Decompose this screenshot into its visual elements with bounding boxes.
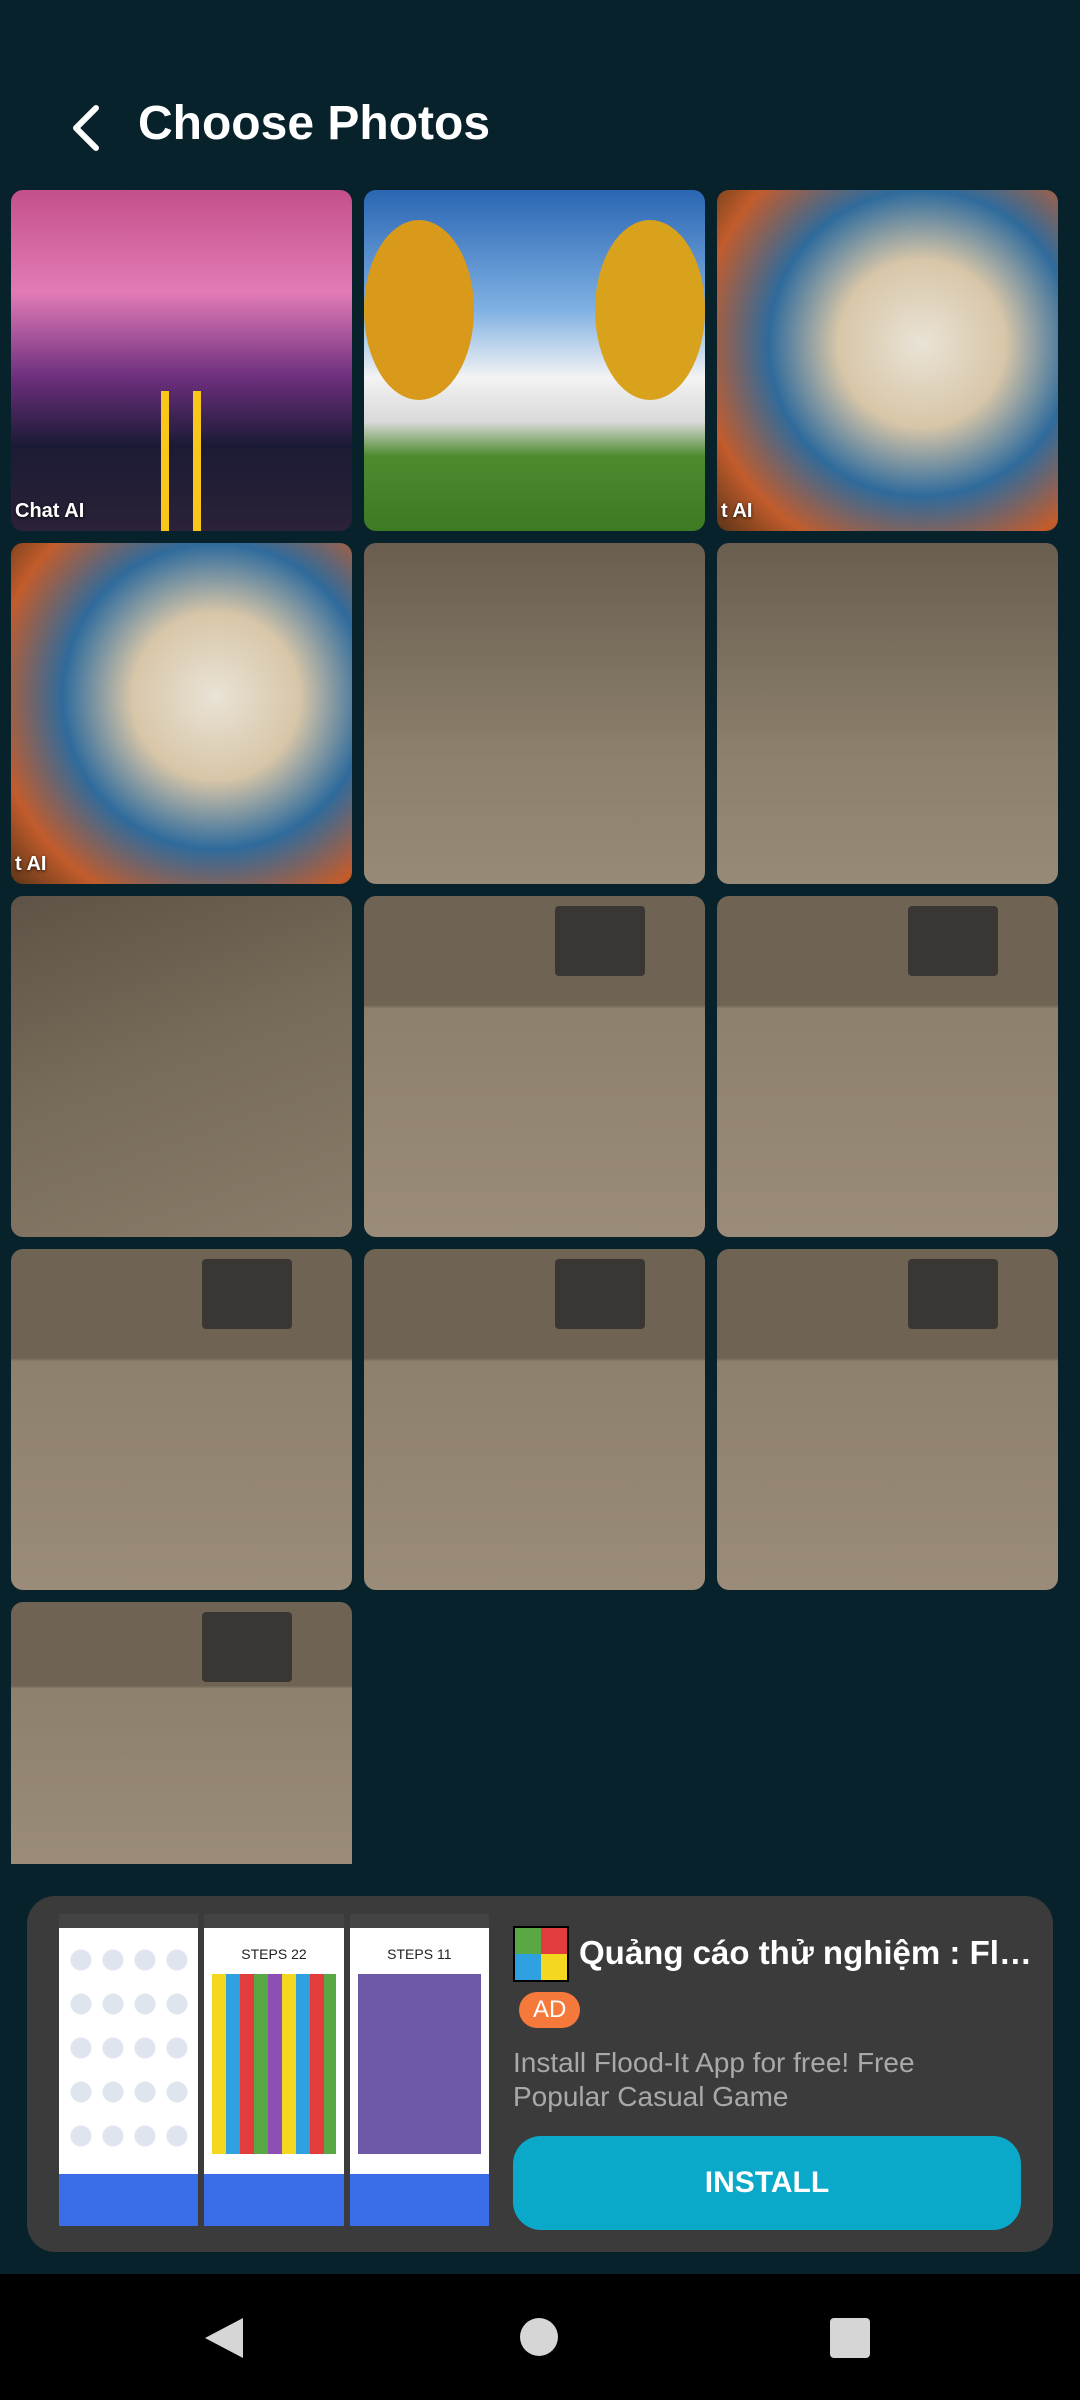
photo-overlay-label: t AI	[721, 500, 753, 522]
back-button[interactable]	[62, 100, 112, 156]
ad-steps-label: STEPS 11	[387, 1946, 452, 1962]
ad-steps-label: STEPS 22	[241, 1946, 307, 1962]
flood-it-logo-icon	[513, 1926, 569, 1982]
ad-title[interactable]: Quảng cáo thử nghiệm : Flood-It!	[579, 1934, 1041, 1972]
photo-tile-11[interactable]	[364, 1249, 705, 1590]
photo-tile-10[interactable]	[11, 1249, 352, 1590]
ad-banner[interactable]: STEPS 22 STEPS 11 Quảng cáo thử nghiệm :…	[27, 1896, 1053, 2252]
ad-description: Install Flood-It App for free! Free Popu…	[513, 2047, 915, 2112]
nav-recent-icon[interactable]	[830, 2318, 870, 2358]
arrow-left-icon	[73, 105, 99, 151]
ad-screenshots: STEPS 22 STEPS 11	[59, 1914, 489, 2226]
photo-tile-3[interactable]: t AI	[717, 190, 1058, 531]
install-button[interactable]: INSTALL	[513, 2136, 1021, 2230]
page-title: Choose Photos	[138, 97, 491, 150]
photo-tile-13[interactable]	[11, 1602, 352, 1864]
ad-screenshot-1	[59, 1914, 199, 2226]
photo-tile-4[interactable]: t AI	[11, 543, 352, 884]
photo-tile-6[interactable]	[717, 543, 1058, 884]
system-navigation-bar	[0, 2274, 1080, 2400]
photo-tile-2[interactable]	[364, 190, 705, 531]
photo-tile-9[interactable]	[717, 896, 1058, 1237]
photo-tile-8[interactable]	[364, 896, 705, 1237]
app-header: Choose Photos	[0, 0, 1080, 180]
nav-back-icon[interactable]	[205, 2318, 243, 2358]
photo-overlay-label: Chat AI	[15, 500, 85, 522]
ad-screenshot-2: STEPS 22	[204, 1914, 344, 2226]
nav-home-icon[interactable]	[520, 2318, 558, 2356]
photo-tile-5[interactable]	[364, 543, 705, 884]
ad-badge: AD	[519, 1992, 581, 2028]
photo-tile-7[interactable]	[11, 896, 352, 1237]
ad-screenshot-3: STEPS 11	[349, 1914, 489, 2226]
photo-overlay-label: t AI	[15, 853, 47, 875]
photo-tile-12[interactable]	[717, 1249, 1058, 1590]
photo-tile-1[interactable]: Chat AI	[11, 190, 352, 531]
